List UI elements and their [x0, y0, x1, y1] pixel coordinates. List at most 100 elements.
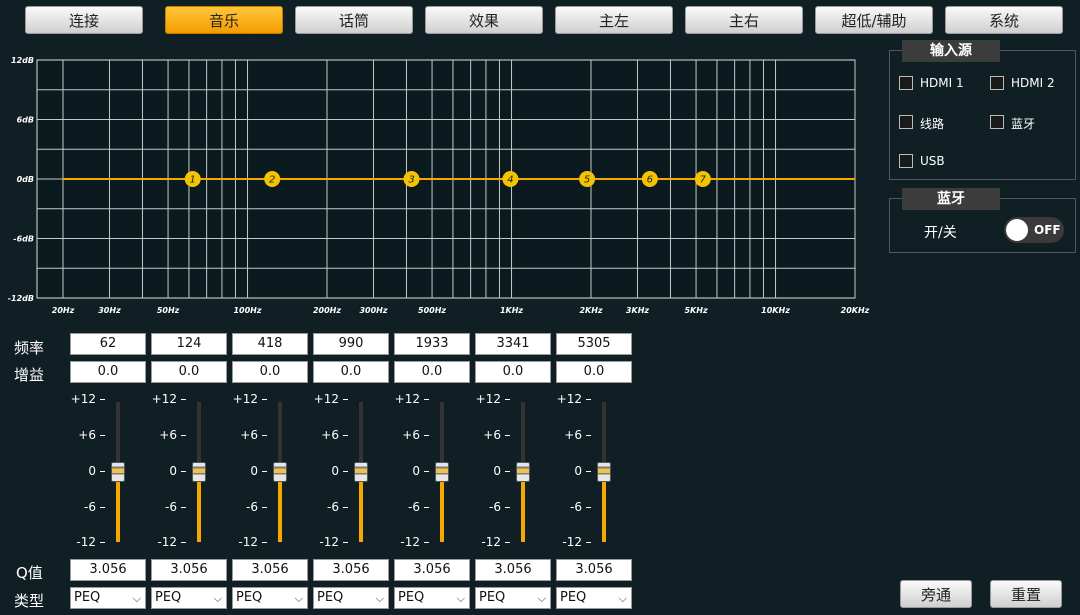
frequency-input[interactable]: 1933 — [394, 333, 470, 355]
hdmi2-label: HDMI 2 — [1011, 76, 1055, 90]
eq-x-label: 20Hz — [52, 306, 75, 315]
slider-tick-mark — [100, 399, 105, 400]
eq-band-point[interactable]: 5 — [579, 171, 596, 187]
filter-type-select[interactable]: PEQ ⌵ — [151, 587, 227, 609]
eq-band-point[interactable]: 1 — [184, 171, 201, 187]
frequency-input[interactable]: 990 — [313, 333, 389, 355]
eq-band-point-number: 1 — [190, 175, 196, 186]
gain-input[interactable]: 0.0 — [70, 361, 146, 383]
tab-main-right[interactable]: 主右 — [685, 6, 803, 34]
slider-tick-mark — [505, 399, 510, 400]
eq-band-point[interactable]: 3 — [403, 171, 420, 187]
q-input[interactable]: 3.056 — [70, 559, 146, 581]
tab-main-left[interactable]: 主左 — [555, 6, 673, 34]
line-label: 线路 — [920, 117, 945, 131]
bluetooth-checkbox[interactable] — [990, 115, 1004, 129]
eq-band-point-number: 2 — [269, 175, 275, 186]
chevron-down-icon: ⌵ — [537, 592, 546, 605]
tab-music[interactable]: 音乐 — [165, 6, 283, 34]
tab-connect[interactable]: 连接 — [25, 6, 143, 34]
frequency-input[interactable]: 5305 — [556, 333, 632, 355]
bluetooth-switch-label: 开/关 — [924, 225, 957, 241]
slider-tick-label: -6 — [84, 500, 96, 514]
eq-band-point-number: 3 — [408, 175, 414, 186]
slider-tick-label: 0 — [88, 464, 96, 478]
gain-slider-knob[interactable] — [435, 462, 449, 482]
freq-row-label: 频率 — [14, 339, 45, 357]
toggle-knob — [1006, 219, 1028, 241]
frequency-input[interactable]: 418 — [232, 333, 308, 355]
gain-input[interactable]: 0.0 — [313, 361, 389, 383]
eq-band-point[interactable]: 2 — [264, 171, 281, 187]
gain-slider-fill — [440, 472, 444, 542]
tab-system[interactable]: 系统 — [945, 6, 1063, 34]
q-input[interactable]: 3.056 — [556, 559, 632, 581]
slider-tick-label: -6 — [408, 500, 420, 514]
slider-tick-mark — [181, 542, 186, 543]
chevron-down-icon: ⌵ — [294, 592, 303, 605]
gain-input[interactable]: 0.0 — [556, 361, 632, 383]
gain-slider-knob[interactable] — [192, 462, 206, 482]
tab-effects[interactable]: 效果 — [425, 6, 543, 34]
gain-slider-fill — [278, 472, 282, 542]
gain-input[interactable]: 0.0 — [394, 361, 470, 383]
q-input[interactable]: 3.056 — [394, 559, 470, 581]
hdmi1-checkbox[interactable] — [899, 76, 913, 90]
input-source-panel — [889, 50, 1076, 180]
gain-slider-knob[interactable] — [273, 462, 287, 482]
eq-graph[interactable]: 12dB 6dB 0dB -6dB -12dB 20Hz 30Hz 50Hz 100Hz 200… — [0, 48, 880, 320]
toggle-state-text: OFF — [1034, 223, 1061, 237]
bypass-button[interactable]: 旁通 — [900, 580, 972, 608]
slider-tick-mark — [505, 507, 510, 508]
q-input[interactable]: 3.056 — [151, 559, 227, 581]
eq-x-label: 100Hz — [233, 306, 261, 315]
slider-tick-label: +12 — [232, 392, 258, 406]
filter-type-value: PEQ — [560, 590, 587, 605]
eq-x-label: 50Hz — [157, 306, 180, 315]
filter-type-select[interactable]: PEQ ⌵ — [232, 587, 308, 609]
bluetooth-toggle[interactable]: OFF — [1004, 217, 1064, 243]
q-input[interactable]: 3.056 — [313, 559, 389, 581]
filter-type-select[interactable]: PEQ ⌵ — [475, 587, 551, 609]
filter-type-select[interactable]: PEQ ⌵ — [556, 587, 632, 609]
slider-tick-mark — [586, 435, 591, 436]
gain-input[interactable]: 0.0 — [475, 361, 551, 383]
input-source-title: 输入源 — [902, 40, 1000, 62]
eq-y-label: 6dB — [17, 116, 34, 125]
slider-tick-mark — [343, 542, 348, 543]
gain-slider-knob[interactable] — [354, 462, 368, 482]
line-checkbox[interactable] — [899, 115, 913, 129]
slider-tick-mark — [505, 435, 510, 436]
filter-type-select[interactable]: PEQ ⌵ — [70, 587, 146, 609]
tab-mic[interactable]: 话筒 — [295, 6, 413, 34]
q-row-label: Q值 — [16, 564, 43, 582]
gain-slider-knob[interactable] — [516, 462, 530, 482]
hdmi2-checkbox[interactable] — [990, 76, 1004, 90]
gain-slider-knob[interactable] — [597, 462, 611, 482]
tab-sub-aux[interactable]: 超低/辅助 — [815, 6, 933, 34]
slider-tick-label: -12 — [562, 535, 582, 549]
q-input[interactable]: 3.056 — [475, 559, 551, 581]
filter-type-value: PEQ — [317, 590, 344, 605]
filter-type-select[interactable]: PEQ ⌵ — [313, 587, 389, 609]
eq-band-point[interactable]: 6 — [641, 171, 658, 187]
filter-type-value: PEQ — [155, 590, 182, 605]
filter-type-value: PEQ — [236, 590, 263, 605]
slider-tick-mark — [262, 542, 267, 543]
usb-checkbox[interactable] — [899, 154, 913, 168]
filter-type-value: PEQ — [398, 590, 425, 605]
q-input[interactable]: 3.056 — [232, 559, 308, 581]
frequency-input[interactable]: 124 — [151, 333, 227, 355]
eq-x-label: 500Hz — [418, 306, 446, 315]
eq-band-point[interactable]: 4 — [502, 171, 519, 187]
gain-slider-knob[interactable] — [111, 462, 125, 482]
frequency-input[interactable]: 3341 — [475, 333, 551, 355]
gain-input[interactable]: 0.0 — [151, 361, 227, 383]
filter-type-select[interactable]: PEQ ⌵ — [394, 587, 470, 609]
frequency-input[interactable]: 62 — [70, 333, 146, 355]
eq-band-point[interactable]: 7 — [694, 171, 711, 187]
slider-tick-label: +6 — [240, 428, 258, 442]
gain-input[interactable]: 0.0 — [232, 361, 308, 383]
eq-x-label: 10KHz — [761, 306, 790, 315]
reset-button[interactable]: 重置 — [990, 580, 1062, 608]
